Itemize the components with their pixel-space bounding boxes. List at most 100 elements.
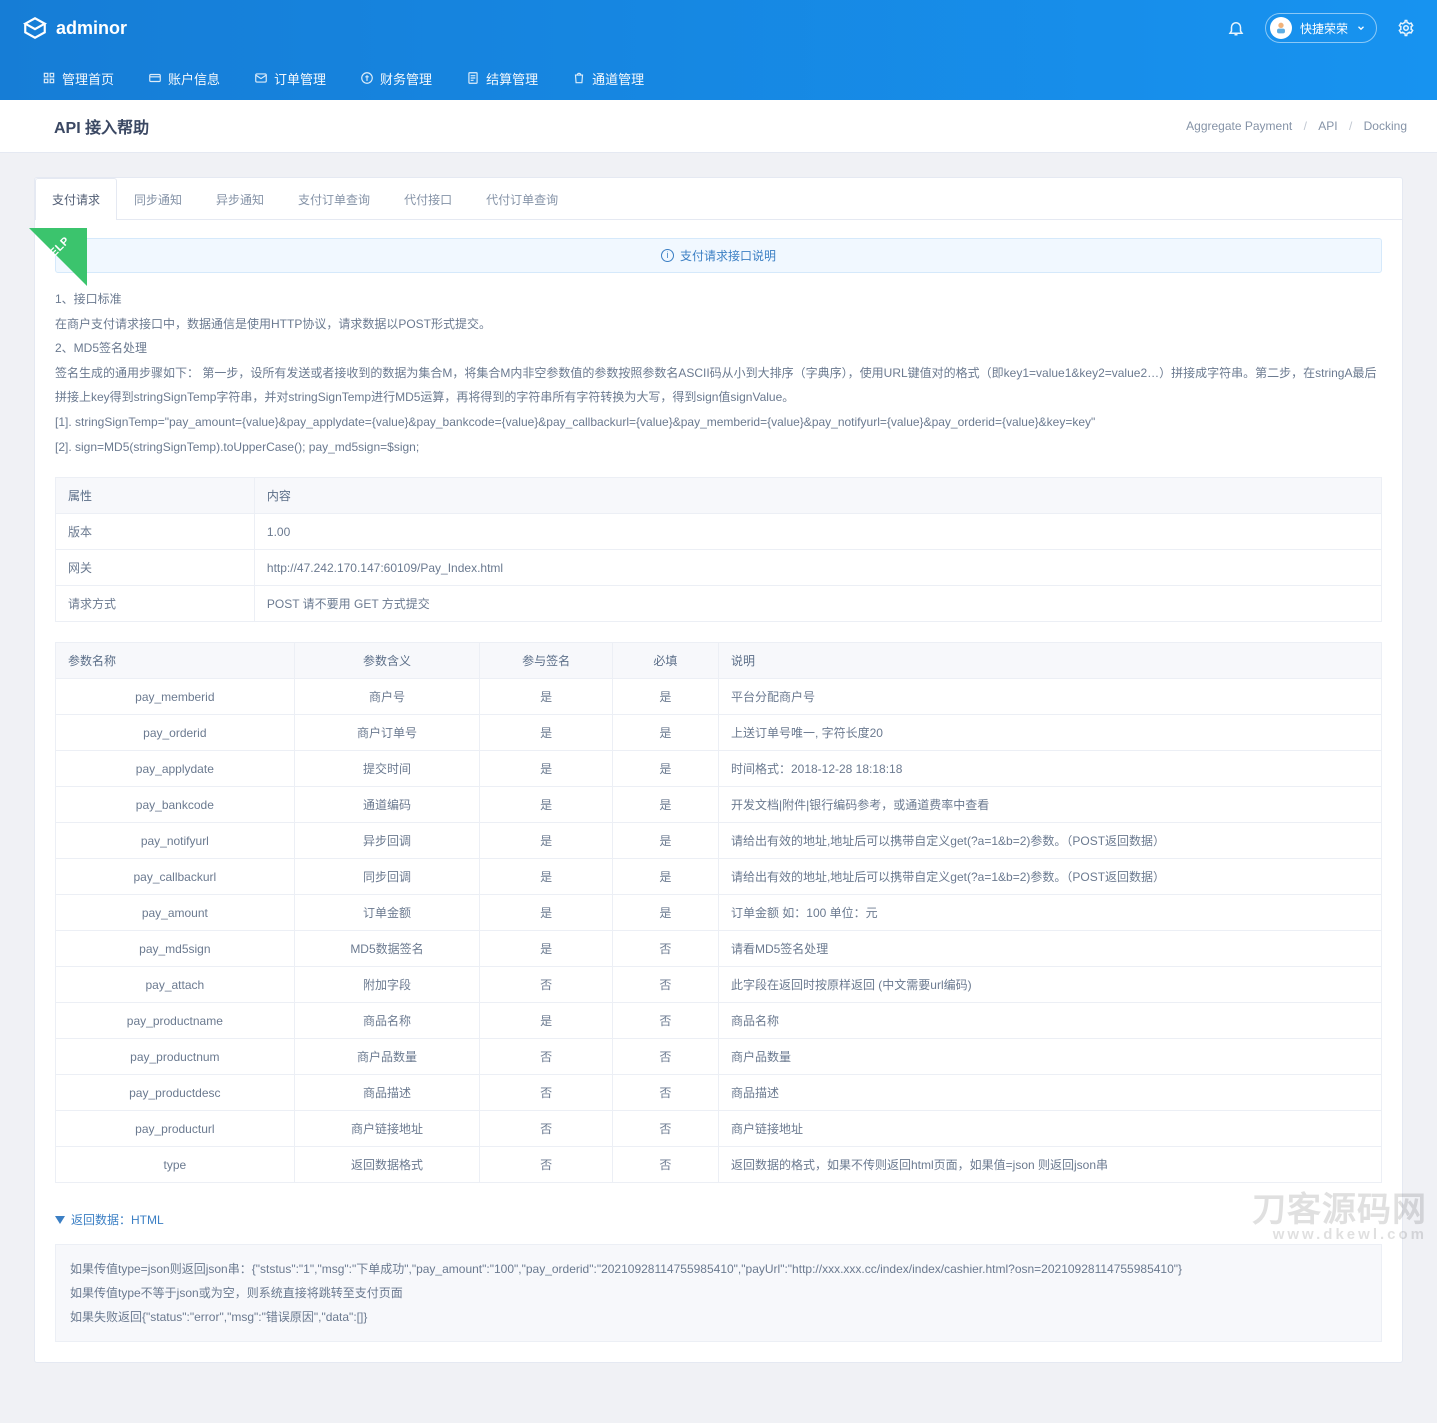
table-cell: 否 (480, 1147, 613, 1183)
nav-channel[interactable]: 通道管理 (572, 69, 644, 88)
tab-label: 同步通知 (134, 193, 182, 207)
table-cell: 商户链接地址 (718, 1111, 1381, 1147)
table-cell: 时间格式：2018-12-28 18:18:18 (718, 751, 1381, 787)
table-cell: pay_productname (56, 1003, 295, 1039)
table-cell: pay_notifyurl (56, 823, 295, 859)
page-title: API 接入帮助 (54, 114, 149, 138)
breadcrumb-item[interactable]: Aggregate Payment (1182, 119, 1296, 133)
table-cell: 否 (480, 967, 613, 1003)
return-line: 如果失败返回{"status":"error","msg":"错误原因","da… (70, 1305, 1367, 1329)
table-header: 属性 (56, 478, 255, 514)
user-menu[interactable]: 快捷荣荣 (1265, 13, 1377, 43)
return-title: 返回数据：HTML (71, 1211, 164, 1228)
tab-pay-order-query[interactable]: 支付订单查询 (281, 178, 387, 220)
avatar (1270, 17, 1292, 39)
tab-payout-order-query[interactable]: 代付订单查询 (469, 178, 575, 220)
nav-label: 订单管理 (274, 69, 326, 88)
table-row: pay_producturl商户链接地址否否商户链接地址 (56, 1111, 1382, 1147)
table-cell: 1.00 (254, 514, 1381, 550)
nav-orders[interactable]: 订单管理 (254, 69, 326, 88)
table-cell: 开发文档|附件|银行编码参考，或通道费率中查看 (718, 787, 1381, 823)
table-row: pay_amount订单金额是是订单金额 如：100 单位：元 (56, 895, 1382, 931)
table-cell: 是 (612, 895, 718, 931)
table-cell: MD5数据签名 (294, 931, 480, 967)
return-body: 如果传值type=json则返回json串：{"ststus":"1","msg… (55, 1244, 1382, 1342)
table-row: pay_notifyurl异步回调是是请给出有效的地址,地址后可以携带自定义ge… (56, 823, 1382, 859)
table-cell: 是 (480, 751, 613, 787)
tab-payout[interactable]: 代付接口 (387, 178, 469, 220)
tab-label: 异步通知 (216, 193, 264, 207)
table-cell: 否 (480, 1075, 613, 1111)
table-cell: 异步回调 (294, 823, 480, 859)
alert-text: 支付请求接口说明 (680, 247, 776, 264)
gear-icon[interactable] (1397, 19, 1415, 37)
breadcrumb-sep: / (1345, 119, 1356, 133)
help-section: HELP i 支付请求接口说明 1、接口标准 在商户支付请求接口中，数据通信是使… (35, 220, 1402, 477)
table-row: type返回数据格式否否返回数据的格式，如果不传则返回html页面，如果值=js… (56, 1147, 1382, 1183)
table-cell: 是 (480, 895, 613, 931)
table-cell: 请看MD5签名处理 (718, 931, 1381, 967)
table-cell: 此字段在返回时按原样返回 (中文需要url编码) (718, 967, 1381, 1003)
table-cell: 商户链接地址 (294, 1111, 480, 1147)
table-row: pay_attach附加字段否否此字段在返回时按原样返回 (中文需要url编码) (56, 967, 1382, 1003)
table-cell: 是 (612, 859, 718, 895)
info-icon: i (661, 249, 674, 262)
table-row: pay_md5signMD5数据签名是否请看MD5签名处理 (56, 931, 1382, 967)
table-cell: 商品名称 (294, 1003, 480, 1039)
table-cell: pay_md5sign (56, 931, 295, 967)
table-header: 必填 (612, 643, 718, 679)
table-row: pay_memberid商户号是是平台分配商户号 (56, 679, 1382, 715)
table-cell: 商品名称 (718, 1003, 1381, 1039)
table-cell: 商户订单号 (294, 715, 480, 751)
desc-line: [1]. stringSignTemp="pay_amount={value}&… (55, 410, 1382, 435)
mail-icon (254, 71, 268, 85)
table-cell: 商户品数量 (294, 1039, 480, 1075)
return-line: 如果传值type不等于json或为空，则系统直接将跳转至支付页面 (70, 1281, 1367, 1305)
brand-text: adminor (56, 18, 127, 39)
table-cell: 是 (612, 823, 718, 859)
money-icon (360, 71, 374, 85)
tab-label: 代付接口 (404, 193, 452, 207)
nav-account[interactable]: 账户信息 (148, 69, 220, 88)
table-cell: 是 (480, 859, 613, 895)
table-cell: 通道编码 (294, 787, 480, 823)
table-cell: POST 请不要用 GET 方式提交 (254, 586, 1381, 622)
table-cell: 提交时间 (294, 751, 480, 787)
nav-label: 通道管理 (592, 69, 644, 88)
table-row: pay_productnum商户品数量否否商户品数量 (56, 1039, 1382, 1075)
table-cell: 否 (612, 1039, 718, 1075)
table-cell: pay_orderid (56, 715, 295, 751)
table-cell: pay_producturl (56, 1111, 295, 1147)
breadcrumb-item[interactable]: API (1314, 119, 1341, 133)
table-cell: 上送订单号唯一, 字符长度20 (718, 715, 1381, 751)
table-cell: 商品描述 (718, 1075, 1381, 1111)
table-cell: pay_productdesc (56, 1075, 295, 1111)
doc-icon (466, 71, 480, 85)
nav-home[interactable]: 管理首页 (42, 69, 114, 88)
tab-sync-notify[interactable]: 同步通知 (117, 178, 199, 220)
desc-line: [2]. sign=MD5(stringSignTemp).toUpperCas… (55, 435, 1382, 460)
tab-pay-request[interactable]: 支付请求 (35, 178, 117, 220)
ribbon-text: HELP (33, 226, 81, 274)
alert-info: i 支付请求接口说明 (55, 238, 1382, 273)
home-icon (42, 71, 56, 85)
table-row: 网关http://47.242.170.147:60109/Pay_Index.… (56, 550, 1382, 586)
return-header: 返回数据：HTML (35, 1203, 1402, 1236)
topbar-actions: 快捷荣荣 (1227, 13, 1415, 43)
table-row: 请求方式POST 请不要用 GET 方式提交 (56, 586, 1382, 622)
tab-label: 代付订单查询 (486, 193, 558, 207)
table-cell: 否 (612, 1111, 718, 1147)
brand[interactable]: adminor (22, 15, 127, 41)
breadcrumb: Aggregate Payment / API / Docking (1182, 119, 1411, 133)
desc-line: 2、MD5签名处理 (55, 336, 1382, 361)
nav-settlement[interactable]: 结算管理 (466, 69, 538, 88)
topbar: adminor 快捷荣荣 (0, 0, 1437, 56)
table-cell: 版本 (56, 514, 255, 550)
tab-label: 支付请求 (52, 193, 100, 207)
tab-async-notify[interactable]: 异步通知 (199, 178, 281, 220)
description-block: 1、接口标准 在商户支付请求接口中，数据通信是使用HTTP协议，请求数据以POS… (55, 287, 1382, 459)
nav-finance[interactable]: 财务管理 (360, 69, 432, 88)
triangle-icon (55, 1216, 65, 1224)
table-cell: 商户品数量 (718, 1039, 1381, 1075)
bell-icon[interactable] (1227, 19, 1245, 37)
